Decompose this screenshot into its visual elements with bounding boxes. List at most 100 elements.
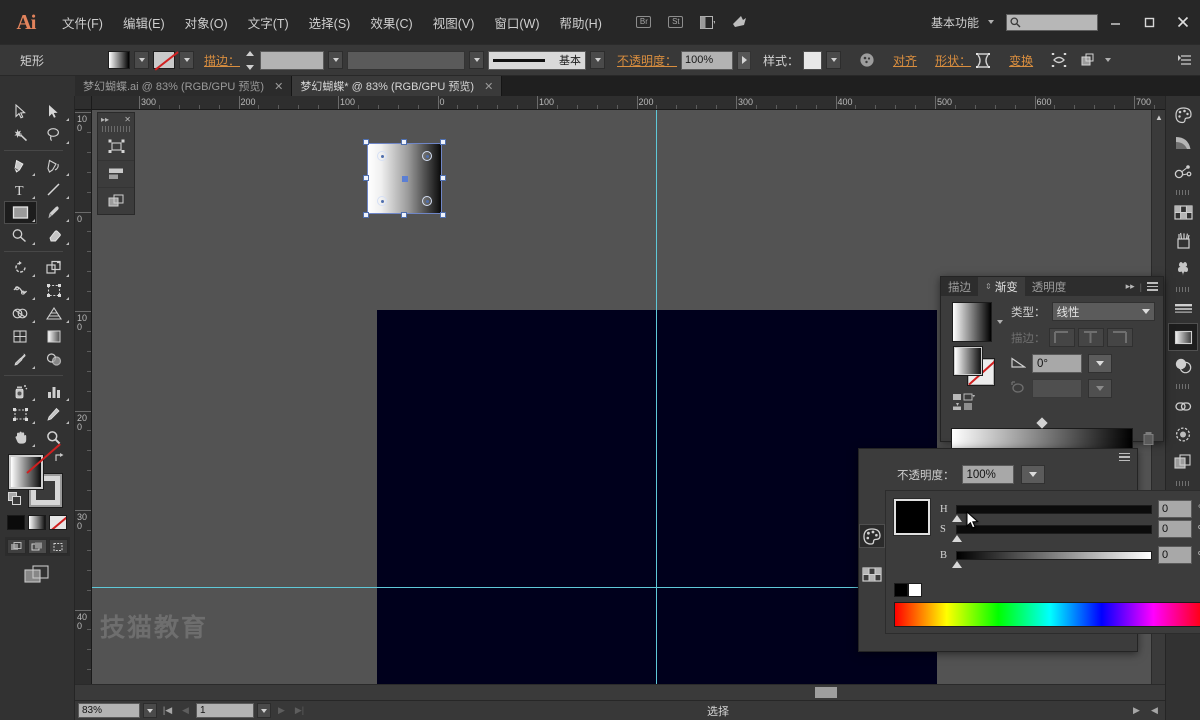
color-themes-icon[interactable] <box>1168 157 1198 185</box>
swap-fill-stroke-icon[interactable] <box>54 452 66 467</box>
type-tool[interactable]: T <box>4 178 38 201</box>
transform-panel-icon[interactable] <box>98 187 134 214</box>
color-fill-button[interactable] <box>7 515 25 530</box>
menu-window[interactable]: 窗口(W) <box>484 8 549 37</box>
status-left-arrow[interactable]: ◀ <box>1147 703 1162 718</box>
shape-transform-icon[interactable] <box>975 52 991 68</box>
scale-tool[interactable] <box>37 256 71 279</box>
eraser-tool[interactable] <box>37 224 71 247</box>
stroke-panel-icon[interactable] <box>1168 295 1198 323</box>
stroke-style-dropdown[interactable] <box>590 51 606 69</box>
blend-tool[interactable] <box>37 348 71 371</box>
color-panel-icon[interactable] <box>859 524 885 548</box>
brightness-field[interactable]: 0 <box>1158 546 1192 564</box>
search-input[interactable] <box>1006 13 1098 31</box>
opacity-dropdown[interactable] <box>737 50 752 70</box>
symbol-sprayer-tool[interactable] <box>4 380 38 403</box>
saturation-slider[interactable] <box>952 524 1152 542</box>
tab-gradient[interactable]: ⇕ 渐变 <box>978 277 1025 296</box>
shape-builder-tool[interactable] <box>4 302 38 325</box>
document-tab-1[interactable]: 梦幻蝴蝶.ai @ 83% (RGB/GPU 预览) ✕ <box>75 76 293 96</box>
gradient-fill-button[interactable] <box>28 515 46 530</box>
handle-middle-left[interactable] <box>363 174 369 181</box>
gradient-panel[interactable]: 描边 ⇕ 渐变 透明度 ▸▸ | 类型： 线性 描边： 0° <box>940 276 1164 461</box>
current-color-swatch[interactable] <box>893 498 931 536</box>
handle-top-right[interactable] <box>440 139 446 145</box>
opacity-field[interactable]: 100% <box>681 50 734 70</box>
hue-spectrum[interactable] <box>894 602 1200 627</box>
gradient-preset-dropdown[interactable] <box>996 320 1003 324</box>
next-page-button[interactable]: ▶ <box>274 703 289 718</box>
menu-help[interactable]: 帮助(H) <box>550 8 612 37</box>
color-guide-icon[interactable] <box>1168 129 1198 157</box>
align-label[interactable]: 对齐 <box>893 52 917 69</box>
eyedropper-tool[interactable] <box>4 348 38 371</box>
gradient-preview-swatch[interactable] <box>951 302 992 342</box>
image-trace-icon[interactable] <box>1168 420 1198 448</box>
swatches-panel-icon[interactable] <box>1168 198 1198 226</box>
stroke-profile-field[interactable] <box>347 50 466 70</box>
selection-tool[interactable] <box>4 100 38 123</box>
zoom-dropdown[interactable] <box>143 703 157 718</box>
close-button[interactable] <box>1166 0 1200 44</box>
stroke-dropdown[interactable] <box>179 51 194 69</box>
stroke-gradient-within-icon[interactable] <box>1048 328 1075 347</box>
hand-tool[interactable] <box>4 426 38 449</box>
handle-bottom-left[interactable] <box>363 212 369 218</box>
color-opacity-field[interactable]: 100% <box>961 465 1014 484</box>
perspective-grid-tool[interactable] <box>37 302 71 325</box>
corner-widget-bottom-right[interactable] <box>422 196 432 206</box>
handle-bottom-right[interactable] <box>440 212 446 218</box>
draw-behind-button[interactable] <box>27 539 47 554</box>
artboard[interactable] <box>377 310 937 684</box>
gradient-aspect-field[interactable] <box>1032 379 1082 398</box>
column-graph-tool[interactable] <box>37 380 71 403</box>
brightness-thumb[interactable] <box>952 560 962 568</box>
vertical-ruler[interactable]: 100 0 100 200 300 400 <box>75 110 92 684</box>
default-fill-stroke-icon[interactable] <box>8 492 22 509</box>
gradient-panel-icon[interactable] <box>1168 323 1198 351</box>
slice-tool[interactable] <box>37 403 71 426</box>
close-icon[interactable]: ✕ <box>274 80 283 93</box>
dock-group-grip[interactable] <box>1176 190 1190 195</box>
hue-field[interactable]: 0 <box>1158 500 1192 518</box>
none-fill-button[interactable] <box>49 515 67 530</box>
bridge-icon[interactable]: Br <box>631 12 657 32</box>
transform-label[interactable]: 变换 <box>1009 52 1033 69</box>
chevron-down-icon[interactable] <box>988 20 994 24</box>
stroke-gradient-along-icon[interactable] <box>1077 328 1104 347</box>
menu-object[interactable]: 对象(O) <box>175 8 238 37</box>
stock-icon[interactable]: St <box>663 12 689 32</box>
pen-tool[interactable] <box>4 155 38 178</box>
drag-grip[interactable] <box>102 126 130 132</box>
gradient-angle-field[interactable]: 0° <box>1032 354 1082 373</box>
brightness-slider[interactable] <box>952 550 1152 568</box>
collapse-icon[interactable]: ▸▸ <box>101 115 109 124</box>
saturation-thumb[interactable] <box>952 534 962 542</box>
dock-group-grip-4[interactable] <box>1176 481 1190 486</box>
menu-edit[interactable]: 编辑(E) <box>113 8 175 37</box>
line-segment-tool[interactable] <box>37 178 71 201</box>
saturation-field[interactable]: 0 <box>1158 520 1192 538</box>
maximize-button[interactable] <box>1132 0 1166 44</box>
gradient-midpoint[interactable] <box>1036 417 1048 429</box>
control-panel-menu-icon[interactable] <box>1178 54 1192 66</box>
handle-middle-right[interactable] <box>440 174 446 181</box>
swatches-panel-icon[interactable] <box>859 562 885 586</box>
shaper-tool[interactable] <box>4 224 38 247</box>
close-icon[interactable]: ✕ <box>484 80 493 93</box>
menu-view[interactable]: 视图(V) <box>423 8 485 37</box>
color-panel[interactable]: 不透明度： 100% H 0 S 0 B 0 <box>858 448 1200 652</box>
opacity-mask-icon[interactable] <box>859 52 875 68</box>
tab-stroke[interactable]: 描边 <box>941 277 978 296</box>
first-page-button[interactable]: |◀ <box>160 703 175 718</box>
black-swatch[interactable] <box>894 583 908 597</box>
pathfinder-panel-icon[interactable] <box>1168 448 1198 476</box>
scroll-up-arrow[interactable]: ▲ <box>1152 110 1166 124</box>
gradient-slider[interactable] <box>951 417 1133 461</box>
page-dropdown[interactable] <box>257 703 271 718</box>
ruler-corner[interactable] <box>75 96 92 110</box>
align-panel-icon[interactable] <box>98 133 134 160</box>
fill-dropdown[interactable] <box>134 51 149 69</box>
handle-bottom-center[interactable] <box>400 212 407 218</box>
